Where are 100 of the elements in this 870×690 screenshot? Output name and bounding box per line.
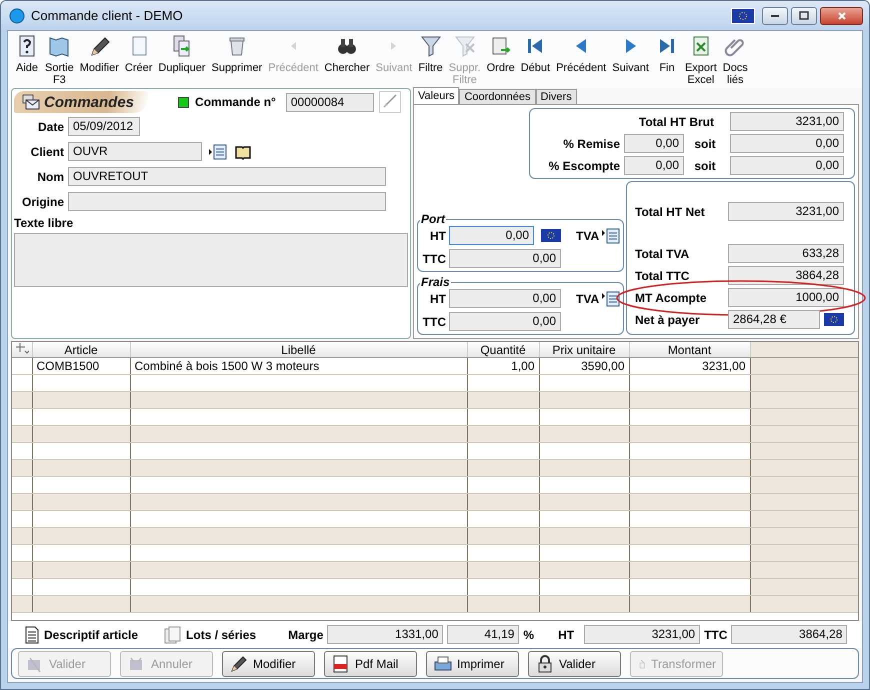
link[interactable]: Descriptif article	[44, 628, 138, 642]
toolbar-button[interactable]: Créer	[122, 31, 156, 74]
column-header[interactable]: Montant	[629, 342, 750, 358]
field-label: Client	[30, 144, 64, 158]
toolbar-button[interactable]: Ordre	[484, 31, 518, 74]
input-field[interactable]: 0,00	[449, 289, 561, 308]
column-header[interactable]: Article	[32, 342, 130, 358]
book-icon[interactable]	[234, 144, 252, 160]
input-field[interactable]: 3231,00	[728, 202, 844, 221]
action-button[interactable]: Pdf Mail	[324, 650, 417, 676]
tab[interactable]: Coordonnées	[459, 89, 536, 104]
input-field[interactable]: 2864,28 €	[728, 310, 820, 329]
link[interactable]: Lots / séries	[186, 628, 256, 642]
field-label: Texte libre	[14, 216, 74, 230]
maximize-button[interactable]	[791, 6, 817, 24]
notes-field[interactable]	[14, 233, 408, 287]
add-column-button[interactable]	[12, 342, 32, 358]
input-field[interactable]: 1000,00	[728, 288, 844, 307]
toolbar-button[interactable]: Suivant	[609, 31, 652, 74]
globe-icon	[9, 8, 25, 24]
input-field[interactable]: 633,28	[728, 244, 844, 263]
input-field[interactable]: 0,00	[730, 156, 844, 175]
input-field[interactable]: 3231,00	[584, 625, 700, 644]
input-field[interactable]: 3864,28	[731, 625, 848, 644]
field-label: HT	[558, 628, 574, 642]
input-field[interactable]: 0,00	[449, 226, 534, 245]
field-label: TVA	[576, 292, 600, 306]
toolbar-button[interactable]: Docs liés	[720, 31, 751, 86]
tab[interactable]: Divers	[536, 89, 577, 104]
input-field[interactable]: 0,00	[624, 134, 684, 153]
document-icon[interactable]	[24, 626, 40, 644]
field-label: Origine	[20, 194, 64, 208]
input-field[interactable]: OUVR	[68, 142, 202, 161]
table-cell: 1,00	[467, 358, 539, 374]
input-field[interactable]: 3864,28	[728, 266, 844, 285]
toolbar-button[interactable]: Modifier	[76, 31, 122, 74]
field-label: Commande n°	[195, 95, 276, 109]
minimize-icon	[771, 14, 779, 16]
table-cell: COMB1500	[32, 358, 130, 374]
field-label: % Remise	[562, 136, 621, 150]
toolbar-button[interactable]: Filtre	[415, 31, 446, 74]
input-field[interactable]: 0,00	[624, 156, 684, 175]
field-label: HT	[429, 292, 446, 306]
list-icon[interactable]	[602, 228, 620, 244]
toolbar-button[interactable]: Export Excel	[682, 31, 720, 86]
toolbar-button[interactable]: Fin	[652, 31, 682, 74]
toolbar-button[interactable]: Précédent	[553, 31, 610, 74]
input-field[interactable]: 41,19	[447, 625, 520, 644]
table-cell: Combiné à bois 1500 W 3 moteurs	[130, 358, 467, 374]
flag-icon[interactable]	[824, 313, 844, 326]
group-title: Port	[420, 212, 446, 226]
column-header[interactable]: Quantité	[467, 342, 539, 358]
copy-icon[interactable]	[164, 626, 182, 644]
toolbar-button[interactable]: Chercher	[321, 31, 373, 74]
input-field[interactable]: 3231,00	[730, 112, 844, 131]
maximize-icon	[799, 11, 809, 20]
input-field[interactable]: 05/09/2012	[68, 117, 140, 136]
field-label: Total TVA	[635, 246, 690, 260]
section-title: Commandes	[44, 94, 134, 110]
input-field[interactable]: 1331,00	[327, 625, 444, 644]
pencil-icon	[229, 654, 249, 674]
toolbar-button[interactable]: Supprimer	[208, 31, 266, 74]
input-field[interactable]: 0,00	[449, 249, 561, 268]
action-button[interactable]: Valider	[528, 650, 621, 676]
minimize-button[interactable]	[762, 6, 788, 24]
group-title: Frais	[420, 275, 451, 289]
input-field[interactable]: 0,00	[730, 134, 844, 153]
action-button[interactable]: Modifier	[222, 650, 315, 676]
field-label: Total HT Net	[635, 204, 706, 218]
action-button[interactable]: Imprimer	[426, 650, 519, 676]
toolbar-button[interactable]: Début	[518, 31, 554, 74]
input-field[interactable]: OUVRETOUT	[68, 167, 386, 186]
edit-button[interactable]	[378, 91, 401, 113]
toolbar-button[interactable]: Sortie F3	[42, 31, 77, 86]
field-label: Date	[36, 120, 64, 134]
close-icon	[838, 12, 846, 20]
table-cell: 3231,00	[629, 358, 750, 374]
flag-icon[interactable]	[541, 229, 561, 242]
list-icon[interactable]	[602, 290, 620, 306]
funnel-icon	[452, 34, 477, 58]
input-field[interactable]: 0,00	[449, 312, 561, 331]
field-label: MT Acompte	[635, 290, 708, 304]
toolbar-button[interactable]: Aide	[12, 31, 42, 74]
field-label: Nom	[36, 170, 64, 184]
field-label: TTC	[422, 314, 446, 328]
order-number-field[interactable]: 00000084	[286, 92, 374, 112]
field-label: TTC	[422, 252, 446, 266]
list-icon[interactable]	[209, 144, 227, 160]
field-label: % Escompte	[548, 158, 621, 172]
toolbar-button[interactable]: Dupliquer	[155, 31, 208, 74]
column-header[interactable]: Prix unitaire	[539, 342, 629, 358]
field-label: soit	[693, 136, 717, 150]
left-arrow-icon	[290, 41, 297, 51]
tab[interactable]: Valeurs	[413, 87, 460, 104]
close-button[interactable]	[820, 6, 863, 24]
funnel-icon	[418, 34, 443, 58]
input-field[interactable]	[68, 192, 386, 211]
column-header[interactable]: Libellé	[130, 342, 467, 358]
flag-icon[interactable]	[731, 8, 755, 24]
field-label: soit	[693, 158, 717, 172]
